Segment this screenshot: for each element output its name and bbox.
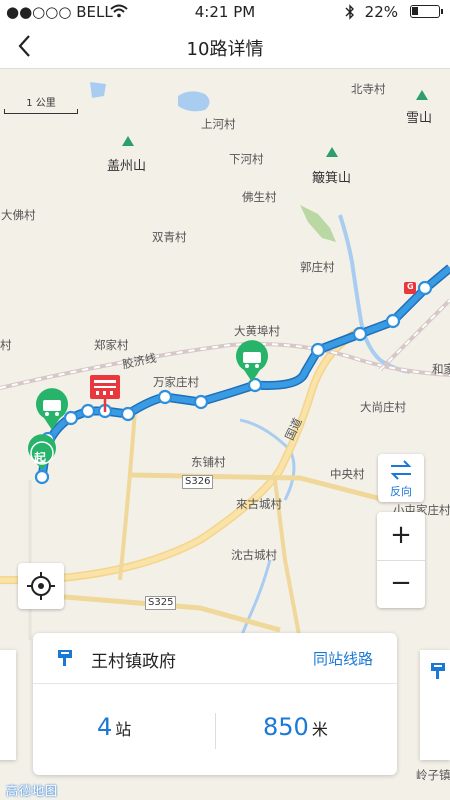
crosshair-icon: [27, 572, 55, 600]
stops-count-value: 4: [97, 713, 113, 741]
road: [118, 409, 137, 581]
route-stop[interactable]: [352, 326, 368, 342]
selected-stop-marker[interactable]: [90, 375, 120, 412]
road-shield-label: G: [407, 282, 414, 291]
stop-info-card[interactable]: 王村镇政府 同站线路 4站 850 米: [33, 633, 397, 775]
map-label: 大尚庄村: [360, 400, 406, 414]
route-stop[interactable]: [34, 469, 50, 485]
previous-stop-card[interactable]: [0, 650, 16, 760]
road-label: S325: [145, 596, 177, 610]
stops-count-unit: 站: [115, 720, 132, 739]
map-label: 郭庄村: [300, 260, 335, 274]
same-stop-lines-link[interactable]: 同站线路: [313, 648, 373, 669]
bus-marker[interactable]: [236, 340, 268, 382]
locate-me-button[interactable]: [18, 563, 64, 609]
railway: [379, 299, 450, 371]
route-stop[interactable]: [247, 377, 263, 393]
route-stop[interactable]: [193, 394, 209, 410]
map-scale: 1 公里: [4, 94, 78, 114]
amap-logo: 高德地图: [6, 784, 59, 798]
map-label: 雪山: [406, 111, 433, 126]
mountain-icon: [122, 136, 134, 146]
map-label: 北寺村: [351, 82, 386, 96]
map-label: 郑家村: [94, 338, 129, 352]
page-title: 10路详情: [186, 39, 264, 60]
lake: [178, 91, 210, 112]
lake: [90, 82, 106, 98]
next-stop-card[interactable]: [420, 650, 450, 760]
mountain-icon: [326, 147, 338, 157]
map-label: 中央村: [330, 467, 365, 481]
map-label: 盖州山: [107, 159, 147, 174]
map-label: 万家庄村: [153, 375, 199, 389]
map-label: 佛生村: [242, 190, 277, 204]
zoom-in-button[interactable]: +: [377, 512, 425, 561]
walking-distance: 850 米: [263, 713, 328, 741]
route-stop[interactable]: [310, 342, 326, 358]
map-label: 大佛村: [1, 208, 36, 222]
route-stop[interactable]: [417, 280, 433, 296]
stop-info-header: 王村镇政府 同站线路: [33, 633, 397, 684]
zoom-controls: + −: [377, 512, 425, 608]
reverse-direction-button[interactable]: 反向: [378, 454, 424, 502]
map-label: 岭子镇: [416, 768, 450, 782]
map-label: 上河村: [201, 117, 236, 131]
scale-bar: [4, 109, 78, 114]
scale-label: 1 公里: [26, 98, 56, 109]
route-stop[interactable]: [63, 410, 79, 426]
route-stop[interactable]: [157, 389, 173, 405]
road-label: S326: [182, 475, 214, 489]
battery-percentage: 22%: [364, 3, 398, 21]
map-label: 來古城村: [236, 497, 282, 511]
divider: [215, 713, 216, 749]
route-stop[interactable]: [385, 313, 401, 329]
distance-value: 850: [263, 713, 309, 741]
bluetooth-icon: [345, 4, 354, 20]
bus-stop-icon: [431, 663, 445, 679]
reverse-label: 反向: [390, 485, 412, 498]
map-label: 沈古城村: [231, 548, 277, 562]
battery-icon: [410, 5, 443, 18]
map-label: 村: [0, 338, 12, 352]
route-stop[interactable]: [80, 403, 96, 419]
stop-name: 王村镇政府: [91, 652, 176, 672]
zoom-out-button[interactable]: −: [377, 560, 425, 608]
map-label: 和家: [432, 362, 450, 376]
nav-bar: 10路详情: [0, 24, 450, 69]
start-marker-label: 起: [34, 451, 47, 465]
map-label: 双青村: [152, 230, 187, 244]
map-label: 东铺村: [191, 455, 226, 469]
mountain-icon: [416, 90, 428, 100]
stops-count: 4站: [97, 713, 131, 741]
status-bar: ●●○○○ BELL 4:21 PM 22%: [0, 0, 450, 24]
swap-arrows-icon: [390, 460, 412, 480]
map-label: 簸箕山: [312, 171, 352, 186]
green-area: [300, 205, 336, 242]
distance-unit: 米: [311, 720, 328, 739]
map-label: 下河村: [229, 152, 264, 166]
map-label: 大黄埠村: [234, 324, 280, 338]
route-stop[interactable]: [120, 406, 136, 422]
bus-stop-icon: [58, 650, 72, 666]
